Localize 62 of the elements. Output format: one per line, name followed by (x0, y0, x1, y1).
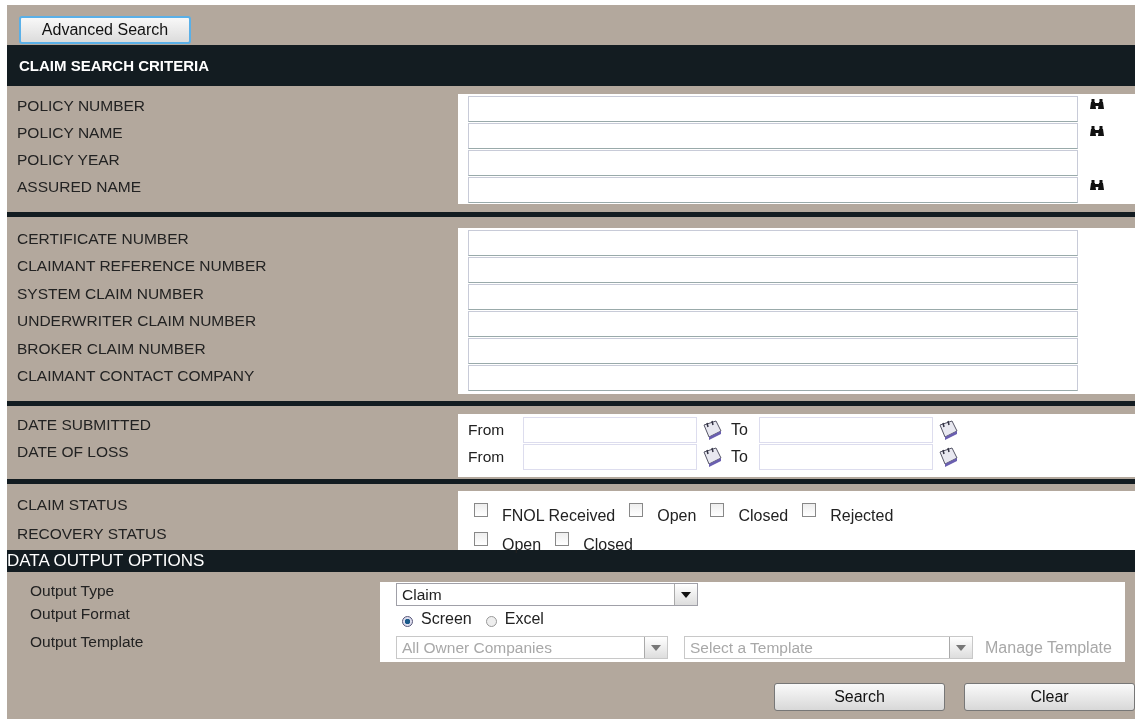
text-field[interactable] (468, 123, 1078, 149)
checkbox[interactable] (629, 502, 644, 517)
calendar-icon[interactable] (937, 445, 959, 468)
text-field[interactable] (468, 150, 1078, 176)
calendar-icon[interactable] (701, 418, 723, 441)
field-label: POLICY YEAR (17, 150, 120, 169)
checkbox-label: Open (657, 506, 697, 525)
field-label: Output Template (30, 633, 144, 650)
field-label: ASSURED NAME (17, 177, 142, 196)
field-label: UNDERWRITER CLAIM NUMBER (17, 312, 257, 331)
date-field[interactable] (523, 443, 697, 470)
checkbox-label: FNOL Received (502, 506, 616, 525)
radio-label: Excel (504, 610, 544, 628)
field-label: DATE OF LOSS (17, 442, 129, 461)
checkbox[interactable] (474, 531, 488, 546)
action-button[interactable]: Clear (964, 683, 1135, 711)
from-label: From (468, 447, 506, 466)
radio-button[interactable] (402, 616, 413, 627)
field-label: CERTIFICATE NUMBER (17, 229, 189, 248)
from-label: From (468, 420, 506, 439)
checkbox-label: Rejected (830, 506, 894, 525)
text-field[interactable] (468, 177, 1078, 203)
field-label: SYSTEM CLAIM NUMBER (17, 284, 204, 303)
date-field[interactable] (523, 416, 697, 443)
text-field[interactable] (468, 230, 1078, 256)
text-field[interactable] (468, 257, 1078, 283)
field-label: RECOVERY STATUS (17, 524, 167, 543)
to-label: To (731, 447, 749, 466)
advanced-search-button[interactable]: Advanced Search (19, 16, 191, 44)
field-label: Output Format (30, 605, 130, 622)
section-header: DATA OUTPUT OPTIONS (7, 550, 1135, 572)
binoculars-icon[interactable] (1090, 180, 1104, 191)
field-label: Output Type (30, 582, 115, 599)
text-field[interactable] (468, 96, 1078, 122)
checkbox[interactable] (802, 502, 817, 517)
radio-button[interactable] (485, 616, 497, 627)
checkbox[interactable] (474, 502, 488, 517)
radio-label: Screen (421, 610, 472, 628)
date-field[interactable] (759, 443, 933, 470)
binoculars-icon[interactable] (1090, 126, 1104, 137)
date-field[interactable] (759, 416, 933, 443)
action-button[interactable]: Search (774, 683, 945, 711)
field-label: CLAIMANT CONTACT COMPANY (17, 367, 255, 386)
text-field[interactable] (468, 365, 1078, 391)
text-field[interactable] (468, 338, 1078, 364)
field-label: BROKER CLAIM NUMBER (17, 339, 206, 358)
calendar-icon[interactable] (937, 418, 959, 441)
field-label: POLICY NUMBER (17, 96, 146, 115)
text-field[interactable] (468, 284, 1078, 310)
field-label: POLICY NAME (17, 123, 123, 142)
field-label: CLAIM STATUS (17, 495, 128, 514)
section-header: CLAIM SEARCH CRITERIA (7, 45, 1135, 86)
field-label: DATE SUBMITTED (17, 415, 152, 434)
field-label: CLAIMANT REFERENCE NUMBER (17, 257, 267, 276)
binoculars-icon[interactable] (1090, 99, 1104, 110)
text-field[interactable] (468, 311, 1078, 337)
to-label: To (731, 420, 749, 439)
calendar-icon[interactable] (701, 445, 723, 468)
checkbox[interactable] (710, 502, 725, 517)
output-type-dropdown[interactable]: Claim (396, 583, 698, 606)
checkbox[interactable] (555, 531, 570, 546)
checkbox-label: Closed (738, 506, 789, 525)
